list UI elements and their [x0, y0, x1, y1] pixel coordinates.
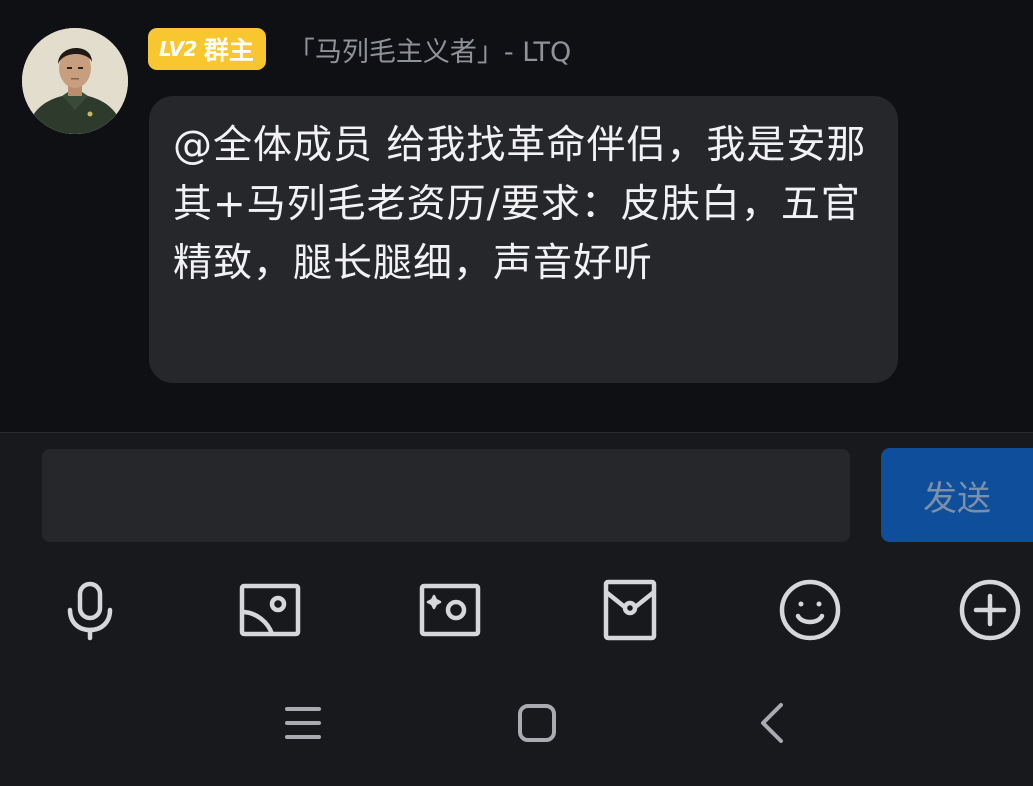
- camera-icon[interactable]: [418, 578, 482, 642]
- composer-area: 发送: [0, 433, 1033, 786]
- red-packet-icon[interactable]: [598, 578, 662, 642]
- emoji-icon[interactable]: [778, 578, 842, 642]
- sender-row: LV2 群主 「马列毛主义者」- LTQ: [148, 28, 571, 70]
- image-icon[interactable]: [238, 578, 302, 642]
- message-text: @全体成员 给我找革命伴侣，我是安那其+马列毛老资历/要求：皮肤白，五官精致，腿…: [173, 123, 867, 286]
- avatar[interactable]: [22, 28, 128, 134]
- microphone-icon[interactable]: [58, 578, 122, 642]
- badge-level: LV2: [159, 37, 197, 61]
- home-icon[interactable]: [515, 701, 559, 745]
- send-button[interactable]: 发送: [881, 448, 1033, 542]
- badge-role: 群主: [203, 36, 254, 65]
- message-input[interactable]: [42, 449, 850, 542]
- avatar-image: [22, 28, 128, 134]
- owner-badge: LV2 群主: [148, 28, 266, 70]
- plus-icon[interactable]: [958, 578, 1022, 642]
- back-icon[interactable]: [751, 701, 795, 745]
- sender-name[interactable]: 「马列毛主义者」- LTQ: [288, 30, 571, 69]
- chat-area: LV2 群主 「马列毛主义者」- LTQ @全体成员 给我找革命伴侣，我是安那其…: [0, 0, 1033, 432]
- recent-apps-icon[interactable]: [281, 701, 325, 745]
- send-button-label: 发送: [923, 478, 991, 519]
- message-bubble[interactable]: @全体成员 给我找革命伴侣，我是安那其+马列毛老资历/要求：皮肤白，五官精致，腿…: [149, 96, 898, 383]
